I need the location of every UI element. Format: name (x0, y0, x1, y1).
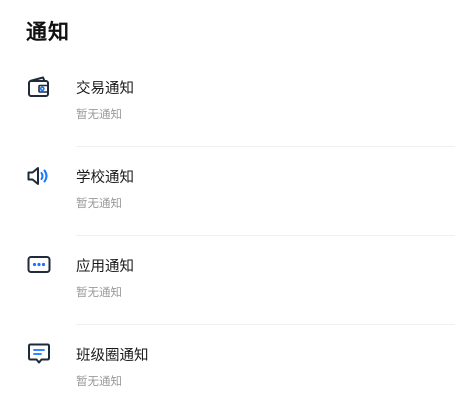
page-title: 通知 (26, 20, 70, 44)
notification-item-app[interactable]: 应用通知 暂无通知 (0, 236, 473, 325)
notification-item-subtitle: 暂无通知 (76, 285, 122, 299)
wallet-icon (26, 74, 52, 100)
notification-item-subtitle: 暂无通知 (76, 107, 122, 121)
notification-item-title: 班级圈通知 (76, 348, 149, 364)
notification-item-trade[interactable]: 交易通知 暂无通知 (0, 58, 473, 147)
notification-item-title: 学校通知 (76, 170, 134, 186)
notification-item-subtitle: 暂无通知 (76, 374, 122, 388)
more-dots-icon (26, 252, 52, 278)
notification-item-school[interactable]: 学校通知 暂无通知 (0, 147, 473, 236)
notification-item-subtitle: 暂无通知 (76, 196, 122, 210)
notification-item-title: 应用通知 (76, 259, 134, 275)
notification-item-class-circle[interactable]: 班级圈通知 暂无通知 (0, 325, 473, 414)
speaker-icon (26, 163, 52, 189)
notification-list: 交易通知 暂无通知 学校通知 暂无通知 应用通知 暂无通知 班级圈通知 暂无通知 (0, 58, 473, 414)
message-icon (26, 341, 52, 367)
notification-item-title: 交易通知 (76, 81, 134, 97)
